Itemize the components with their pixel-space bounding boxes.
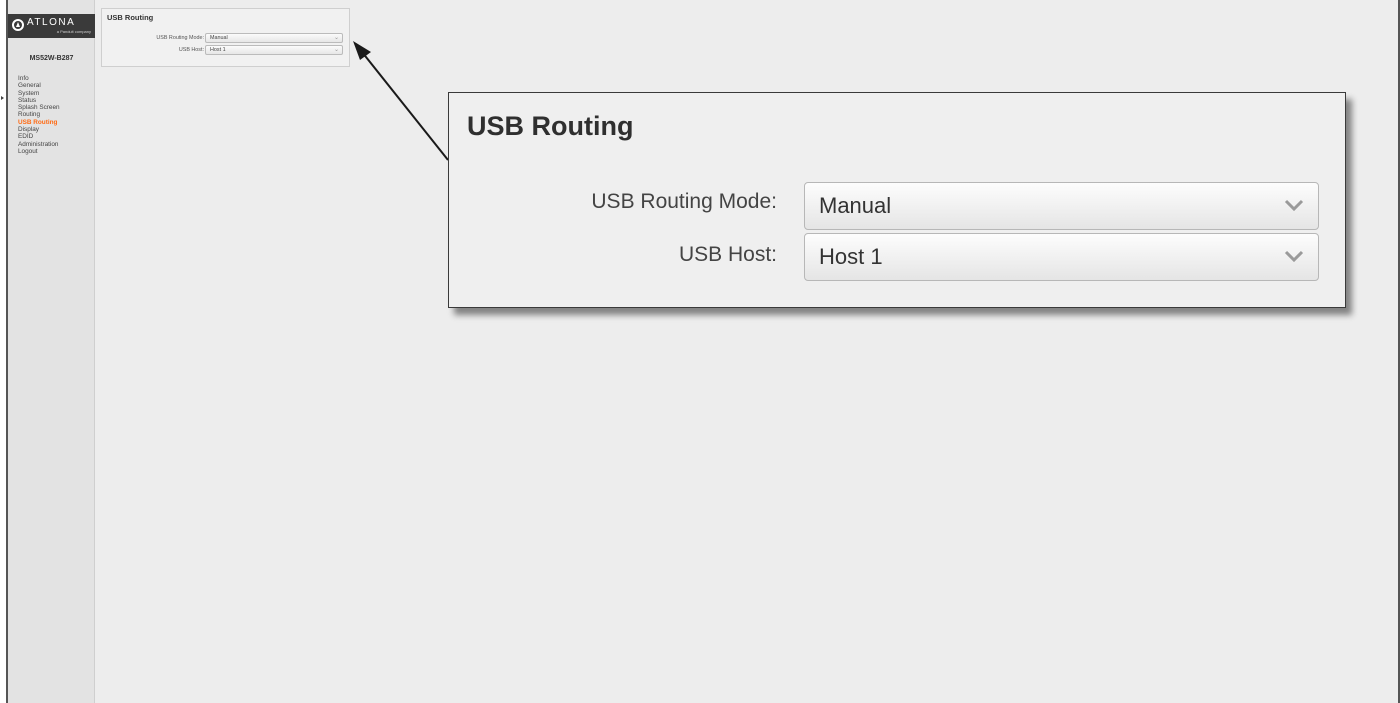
atlona-logo-icon [12,19,24,31]
brand-name: ATLONA [27,17,76,28]
sidebar-item-routing[interactable]: Routing [18,111,60,118]
zoomed-usb-host-select[interactable]: Host 1 [804,233,1319,281]
sidebar-item-edid[interactable]: EDID [18,133,60,140]
routing-mode-label: USB Routing Mode: [156,35,204,41]
sidebar-nav: Info General System Status Splash Screen… [18,75,60,155]
routing-mode-select[interactable]: Manual ⌄ [205,33,343,43]
device-name: MS52W-B287 [29,55,74,62]
zoomed-routing-mode-select[interactable]: Manual [804,182,1319,230]
sidebar: ATLONA a Panduit company MS52W-B287 Info… [1,0,95,703]
chevron-down-icon [1284,250,1304,263]
usb-host-value: Host 1 [210,47,226,53]
zoomed-usb-host-value: Host 1 [819,244,883,269]
brand-tagline: a Panduit company [56,29,91,34]
sidebar-item-display[interactable]: Display [18,126,60,133]
chevron-down-icon: ⌄ [333,35,339,41]
sidebar-item-system[interactable]: System [18,90,60,97]
brand-logo[interactable]: ATLONA a Panduit company [8,14,95,38]
sidebar-item-administration[interactable]: Administration [18,141,60,148]
sidebar-item-status[interactable]: Status [18,97,60,104]
sidebar-item-usb-routing[interactable]: USB Routing [18,119,60,126]
sidebar-item-splash-screen[interactable]: Splash Screen [18,104,60,111]
zoomed-usb-host-label: USB Host: [678,243,777,266]
usb-host-select[interactable]: Host 1 ⌄ [205,45,343,55]
zoomed-usb-routing-panel: USB Routing USB Routing Mode: Manual USB… [448,92,1346,308]
zoomed-routing-mode-label: USB Routing Mode: [591,190,777,213]
zoomed-routing-mode-value: Manual [819,193,892,218]
chevron-down-icon: ⌄ [333,47,339,53]
sidebar-item-info[interactable]: Info [18,75,60,82]
expand-arrow-icon[interactable] [1,96,4,100]
sidebar-item-general[interactable]: General [18,82,60,89]
chevron-down-icon [1284,199,1304,212]
sidebar-item-logout[interactable]: Logout [18,148,60,155]
usb-host-label: USB Host: [178,47,204,53]
usb-routing-panel: USB Routing USB Routing Mode: Manual ⌄ U… [101,8,350,67]
panel-title: USB Routing [107,13,154,22]
routing-mode-value: Manual [210,35,228,41]
zoomed-panel-title: USB Routing [467,111,634,141]
